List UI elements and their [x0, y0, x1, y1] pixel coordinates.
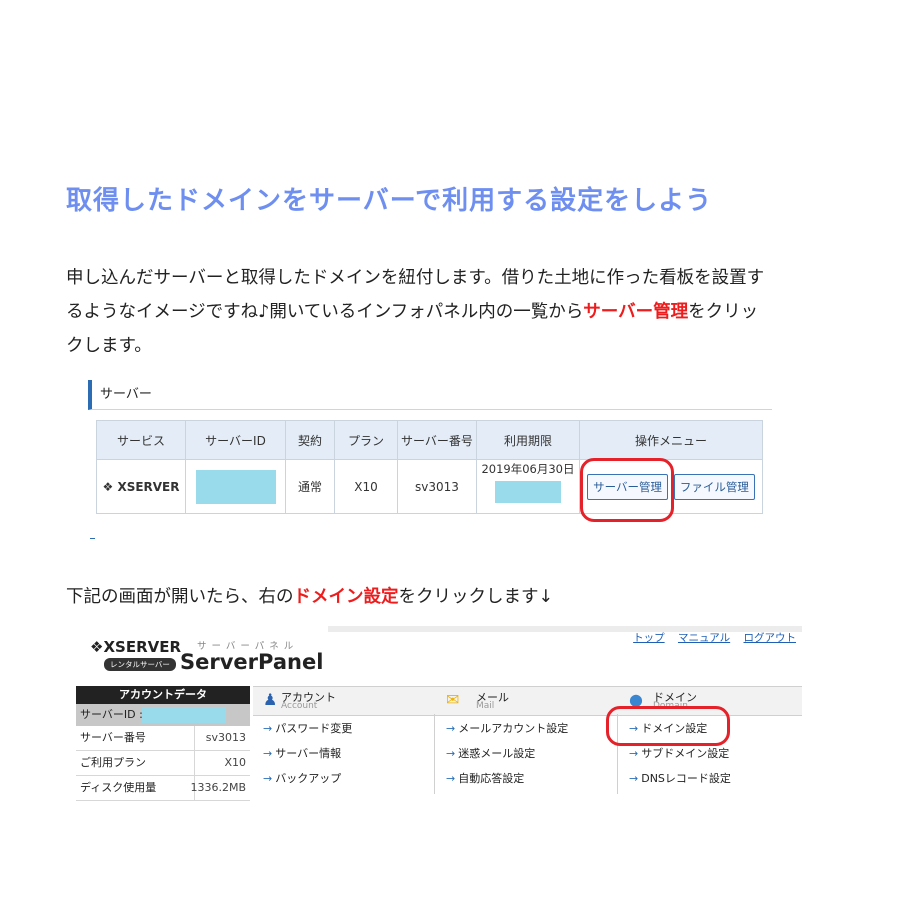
top-link[interactable]: トップ: [633, 632, 665, 644]
server-section-title: サーバー: [88, 380, 772, 410]
intro-line2-pre: るようなイメージですね♪開いているインフォパネル内の一覧から: [66, 302, 584, 322]
server-id-cell: [185, 459, 286, 514]
person-icon: ♟: [263, 690, 278, 709]
xserver-mark-icon: ❖: [90, 638, 104, 656]
instruction-2: 下記の画面が開いたら、右のドメイン設定をクリックします↓: [66, 583, 553, 608]
spam-setting-link[interactable]: → 迷惑メール設定: [436, 741, 619, 766]
instruction-2-pre: 下記の画面が開いたら、右の: [66, 587, 294, 607]
server-list-screenshot: サーバー サービス サーバーID 契約 プラン サーバー番号 利用期限 操作メニ…: [88, 380, 774, 522]
intro-line3: クします。: [66, 336, 152, 356]
logout-link[interactable]: ログアウト: [744, 632, 797, 644]
expiry-date: 2019年06月30日: [481, 461, 575, 476]
col-server-id: サーバーID: [185, 420, 286, 460]
col-expiry: 利用期限: [476, 420, 580, 460]
server-number-cell: sv3013: [397, 459, 477, 514]
server-panel-screenshot: トップ マニュアル ログアウト ❖XSERVER レンタルサーバー サーバーパネ…: [76, 626, 802, 801]
rental-server-badge: レンタルサーバー: [104, 658, 176, 671]
contract-cell: 通常: [285, 459, 335, 514]
intro-line2-post: をクリッ: [688, 302, 759, 322]
column-divider: [434, 714, 435, 794]
intro-paragraph: 申し込んだサーバーと取得したドメインを紐付します。借りた土地に作った看板を設置す…: [66, 261, 846, 363]
mail-icon: ✉: [446, 690, 460, 709]
account-row: ご利用プラン X10: [76, 751, 250, 776]
service-logo: ❖ XSERVER: [96, 459, 186, 514]
account-data-header: アカウントデータ: [76, 686, 250, 704]
mail-account-link[interactable]: → メールアカウント設定: [436, 716, 619, 741]
auto-reply-link[interactable]: → 自動応答設定: [436, 766, 619, 791]
col-server-number: サーバー番号: [397, 420, 477, 460]
account-data-panel: アカウントデータ サーバーID : サーバー番号 sv3013 ご利用プラン X10…: [76, 686, 250, 801]
panel-top-links: トップ マニュアル ログアウト: [623, 630, 796, 645]
server-id-row: サーバーID :: [76, 704, 250, 726]
domain-setting-emphasis: ドメイン設定: [293, 587, 399, 607]
server-info-link[interactable]: → サーバー情報: [253, 741, 436, 766]
col-contract: 契約: [285, 420, 335, 460]
col-plan: プラン: [334, 420, 398, 460]
account-column-header: ♟ アカウント Account: [253, 686, 436, 716]
col-service: サービス: [96, 420, 186, 460]
mail-column: ✉ メール Mail → メールアカウント設定 → 迷惑メール設定 → 自動応答設定: [436, 686, 619, 791]
redacted-server-id: [195, 469, 276, 504]
password-change-link[interactable]: → パスワード変更: [253, 716, 436, 741]
backup-link[interactable]: → バックアップ: [253, 766, 436, 791]
account-column: ♟ アカウント Account → パスワード変更 → サーバー情報 → バックアップ: [253, 686, 436, 791]
dns-record-link[interactable]: → DNSレコード設定: [619, 766, 802, 791]
xserver-logo-icon: ❖: [102, 479, 114, 494]
page-heading: 取得したドメインをサーバーで利用する設定をしよう: [66, 186, 713, 216]
divider-mark: [90, 538, 95, 539]
expiry-cell: 2019年06月30日: [476, 459, 580, 514]
plan-cell: X10: [334, 459, 398, 514]
col-operation-menu: 操作メニュー: [579, 420, 763, 460]
highlight-circle-domain-setting: [606, 706, 730, 746]
xserver-logo: ❖XSERVER: [90, 638, 182, 656]
account-row: ディスク使用量 1336.2MB: [76, 776, 250, 801]
redacted-panel-server-id: [142, 707, 226, 723]
service-name: XSERVER: [117, 479, 180, 494]
manual-link[interactable]: マニュアル: [678, 632, 730, 644]
file-manage-button[interactable]: ファイル管理: [673, 473, 755, 500]
server-table-header: サービス サーバーID 契約 プラン サーバー番号 利用期限 操作メニュー: [96, 420, 763, 460]
server-panel-title: ServerPanel: [180, 650, 324, 674]
redacted-expiry-note: [495, 480, 561, 503]
mail-column-header: ✉ メール Mail: [436, 686, 619, 716]
instruction-2-post: をクリックします↓: [398, 587, 554, 607]
server-manage-emphasis: サーバー管理: [583, 302, 689, 322]
account-row: サーバー番号 sv3013: [76, 726, 250, 751]
server-id-label: サーバーID :: [80, 708, 143, 721]
intro-line1: 申し込んだサーバーと取得したドメインを紐付します。借りた土地に作った看板を設置す: [66, 268, 765, 288]
highlight-circle-server-manage: [580, 458, 674, 522]
